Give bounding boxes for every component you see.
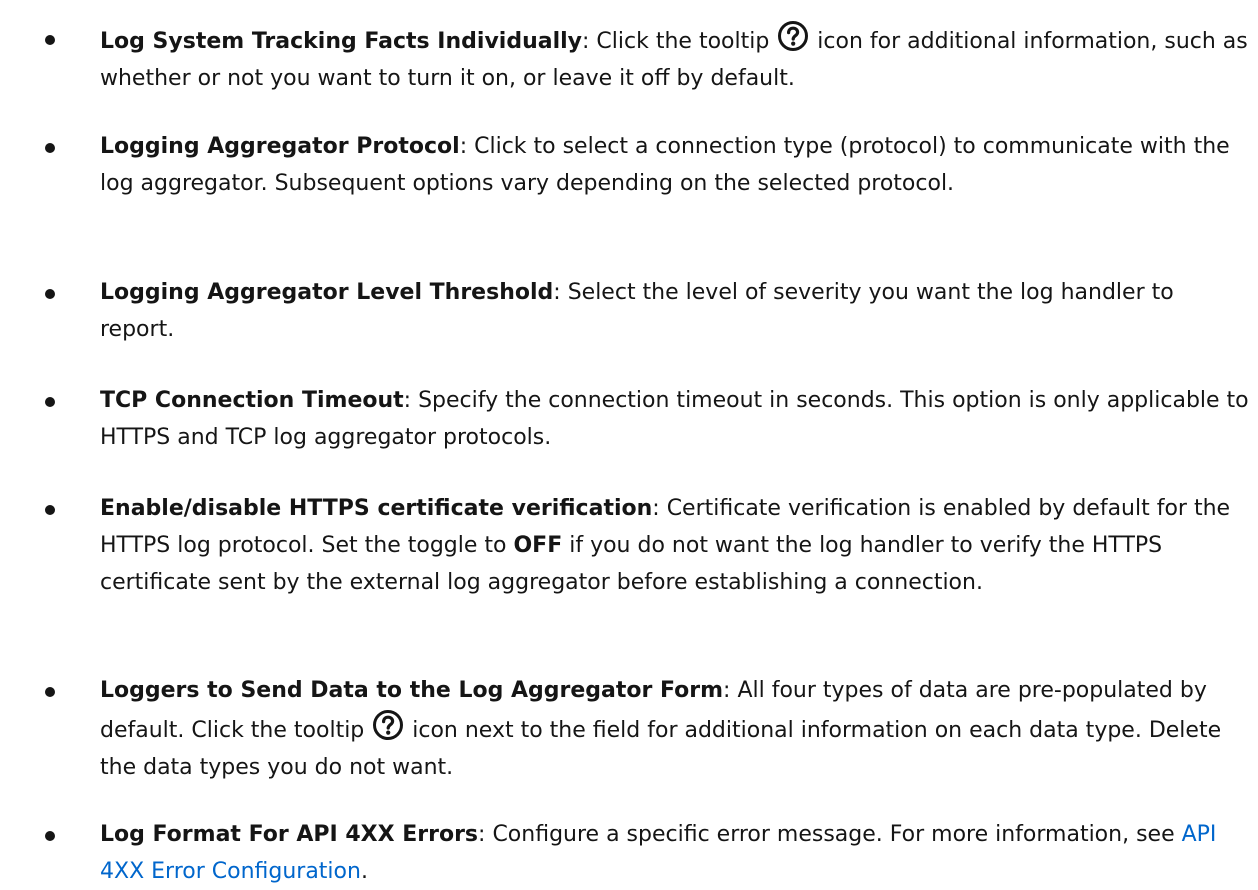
term-separator: : — [652, 496, 660, 521]
list-item-log-system-tracking-facts: Log System Tracking Facts Individually: … — [45, 20, 1250, 97]
toggle-value-off: OFF — [513, 533, 563, 558]
description-text: Click the tooltip — [589, 29, 777, 54]
term-label: Log Format For API 4XX Errors — [100, 822, 479, 847]
question-circle-icon[interactable] — [777, 20, 809, 52]
term-label: Loggers to Send Data to the Log Aggregat… — [100, 678, 724, 703]
list-item-loggers-to-send-data: Loggers to Send Data to the Log Aggregat… — [45, 672, 1250, 786]
term-label: Logging Aggregator Protocol — [100, 134, 460, 159]
list-item-https-certificate-verification: Enable/disable HTTPS certificate verific… — [45, 490, 1250, 601]
term-label: TCP Connection Timeout — [100, 388, 404, 413]
list-item-logging-aggregator-level-threshold: Logging Aggregator Level Threshold: Sele… — [45, 274, 1250, 348]
term-separator: : — [553, 280, 561, 305]
list-item-log-format-api-4xx-errors: Log Format For API 4XX Errors: Configure… — [45, 816, 1250, 890]
term-separator: : — [459, 134, 468, 159]
term-label: Enable/disable HTTPS certificate verific… — [100, 496, 653, 521]
term-label: Logging Aggregator Level Threshold — [100, 280, 554, 305]
term-label: Log System Tracking Facts Individually — [100, 29, 583, 54]
term-separator: : — [403, 388, 412, 413]
question-circle-icon[interactable] — [372, 709, 404, 741]
list-item-tcp-connection-timeout: TCP Connection Timeout: Specify the conn… — [45, 382, 1250, 456]
list-item-logging-aggregator-protocol: Logging Aggregator Protocol: Click to se… — [45, 128, 1250, 202]
description-text: Configure a specific error message. For … — [485, 822, 1182, 847]
